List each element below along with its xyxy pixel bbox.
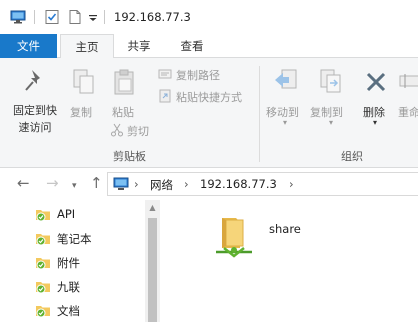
tree-item-label: 文档 — [57, 304, 80, 318]
breadcrumb-network[interactable]: 网络 — [150, 177, 173, 193]
network-share-folder-icon — [216, 218, 252, 258]
paste-icon — [114, 69, 134, 95]
paste-shortcut-label: 粘贴快捷方式 — [176, 91, 242, 104]
cut-button[interactable]: 剪切 — [110, 122, 170, 138]
tree-scrollbar[interactable]: ▲ — [145, 200, 160, 322]
ribbon-tab-bar: 文件 主页 共享 查看 — [0, 34, 418, 59]
delete-button[interactable]: 删除 ▾ — [358, 62, 394, 127]
title-separator — [104, 10, 105, 24]
tab-share[interactable]: 共享 — [114, 34, 164, 58]
ribbon-home: 固定到快 速访问 复制 粘贴 复制路径 粘贴快捷方式 剪切 剪贴板 移动到 ▾ … — [0, 58, 418, 168]
cut-label: 剪切 — [127, 125, 149, 138]
move-to-dropdown-icon: ▾ — [283, 118, 288, 127]
scissors-icon — [111, 123, 123, 137]
pin-icon — [25, 70, 40, 91]
pin-to-quick-access-button[interactable]: 固定到快 速访问 — [6, 62, 64, 138]
pin-label-line1: 固定到快 — [13, 104, 57, 117]
delete-x-icon — [366, 72, 386, 92]
scroll-thumb[interactable] — [148, 218, 157, 322]
paste-button[interactable]: 粘贴 — [106, 62, 142, 122]
rename-icon — [399, 74, 418, 88]
copy-path-icon — [158, 69, 172, 79]
new-document-icon[interactable] — [67, 9, 83, 25]
copy-to-dropdown-icon: ▾ — [329, 118, 334, 127]
synced-folder-icon — [36, 306, 50, 318]
copy-to-icon — [320, 69, 341, 93]
tab-file[interactable]: 文件 — [0, 34, 57, 58]
forward-arrow-icon[interactable]: → — [46, 176, 59, 191]
tree-item-api[interactable]: API — [0, 202, 145, 226]
synced-folder-icon — [36, 210, 50, 222]
quick-access-dropdown-icon[interactable] — [88, 9, 98, 25]
title-bar: 192.168.77.3 — [0, 0, 418, 34]
rename-label: 重命 — [398, 106, 418, 119]
group-separator — [259, 66, 260, 162]
tab-view[interactable]: 查看 — [166, 34, 218, 58]
breadcrumb-separator: › — [184, 177, 189, 191]
synced-folder-icon — [36, 282, 50, 294]
paste-shortcut-icon — [159, 89, 171, 103]
move-to-icon — [275, 69, 297, 89]
copy-label: 复制 — [70, 106, 92, 119]
copy-path-label: 复制路径 — [176, 69, 220, 82]
tree-item-attachments[interactable]: 附件 — [0, 250, 145, 274]
tab-home[interactable]: 主页 — [60, 34, 114, 59]
window-title: 192.168.77.3 — [114, 10, 191, 24]
navigation-bar: ← → ▾ ↑ › 网络 › 192.168.77.3 › — [0, 168, 418, 200]
synced-folder-icon — [36, 258, 50, 270]
tree-item-notebook[interactable]: 笔记本 — [0, 226, 145, 250]
synced-folder-icon — [36, 234, 50, 246]
paste-label: 粘贴 — [112, 106, 134, 119]
pin-label-line2: 速访问 — [18, 121, 52, 134]
network-monitor-icon — [113, 177, 129, 190]
rename-button[interactable]: 重命 — [397, 62, 418, 122]
navigation-pane: API 笔记本 附件 九联 文档 ▲ — [0, 200, 160, 322]
shared-folder-item[interactable]: share — [210, 212, 330, 262]
move-to-button[interactable]: 移动到 ▾ — [264, 62, 308, 127]
breadcrumb-separator: › — [289, 177, 294, 191]
organize-group-label: 组织 — [341, 150, 363, 163]
tree-item-label: API — [57, 207, 76, 221]
tree-item-label: 附件 — [57, 256, 80, 270]
up-arrow-icon[interactable]: ↑ — [90, 176, 103, 191]
delete-dropdown-icon: ▾ — [373, 118, 378, 127]
copy-icon — [73, 69, 94, 94]
explorer-monitor-icon[interactable] — [10, 9, 26, 25]
copy-to-label: 复制到 — [310, 106, 343, 119]
title-separator — [34, 10, 35, 24]
copy-to-button[interactable]: 复制到 ▾ — [308, 62, 356, 127]
tree-item-documents[interactable]: 文档 — [0, 298, 145, 322]
file-list: share — [160, 200, 418, 322]
breadcrumb-host[interactable]: 192.168.77.3 — [200, 177, 277, 191]
tree-item-label: 笔记本 — [57, 232, 92, 246]
recent-locations-chevron-icon[interactable]: ▾ — [72, 179, 77, 194]
folder-name: share — [269, 222, 301, 236]
scroll-up-arrow-icon[interactable]: ▲ — [145, 200, 160, 216]
copy-button[interactable]: 复制 — [66, 62, 102, 122]
address-bar[interactable]: › 网络 › 192.168.77.3 › — [107, 172, 418, 196]
tree-item-jiulian[interactable]: 九联 — [0, 274, 145, 298]
clipboard-group-label: 剪贴板 — [113, 150, 146, 163]
breadcrumb-separator: › — [134, 177, 139, 191]
tree-item-label: 九联 — [57, 280, 80, 294]
paste-shortcut-button[interactable]: 粘贴快捷方式 — [158, 88, 258, 104]
back-arrow-icon[interactable]: ← — [17, 176, 30, 191]
copy-path-button[interactable]: 复制路径 — [158, 66, 258, 82]
properties-check-icon[interactable] — [44, 9, 60, 25]
